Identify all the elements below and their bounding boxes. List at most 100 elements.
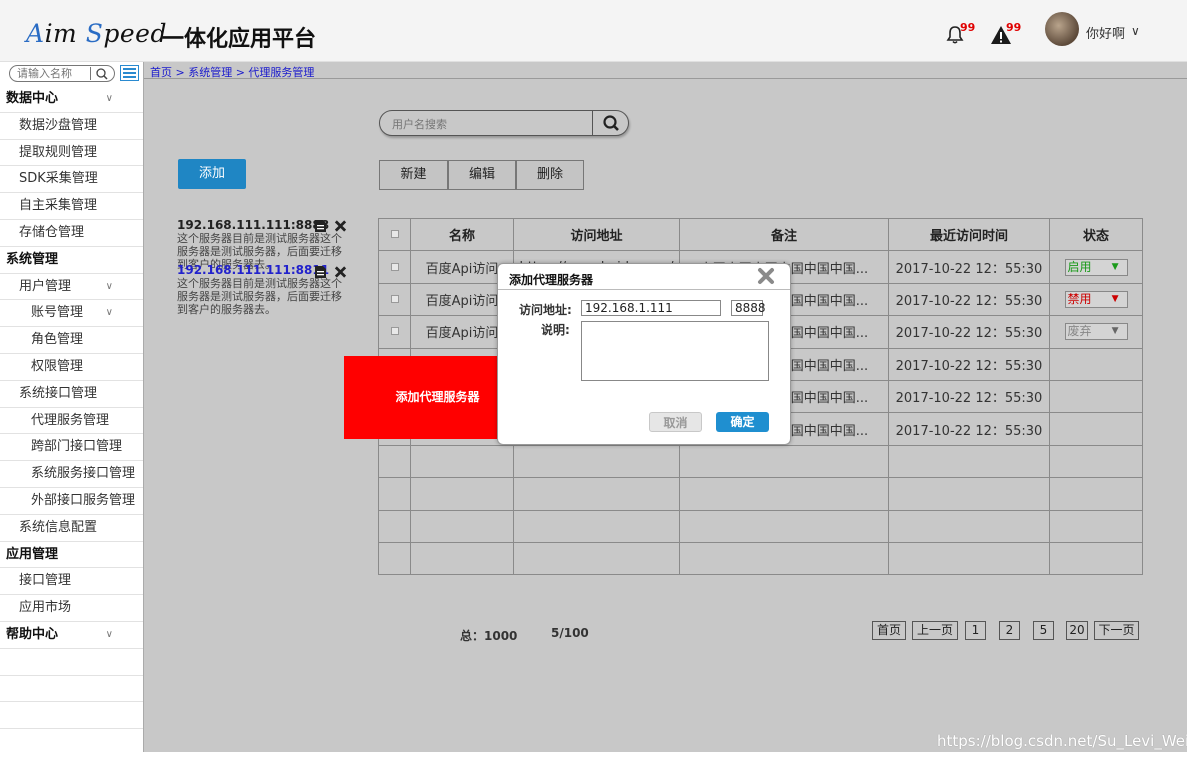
cancel-button[interactable]: 取消: [649, 412, 702, 432]
sidebar-item[interactable]: 系统管理: [0, 247, 143, 274]
sidebar-search-button[interactable]: [90, 67, 112, 80]
address-input[interactable]: 192.168.1.111: [581, 300, 721, 316]
sidebar-item[interactable]: 外部接口服务管理: [0, 488, 143, 515]
time-cell: [888, 444, 1050, 479]
page-number-button[interactable]: 5: [1033, 621, 1054, 640]
sidebar-item[interactable]: 用户管理 ∨: [0, 274, 143, 301]
table-row[interactable]: [378, 477, 1143, 511]
status-cell: 禁用 ▼: [1049, 282, 1143, 317]
sidebar-item-label: 代理服务管理: [31, 412, 110, 428]
status-select[interactable]: 禁用 ▼: [1064, 290, 1128, 308]
user-search-input[interactable]: [392, 117, 582, 131]
sidebar-item[interactable]: 应用管理: [0, 542, 143, 569]
sidebar-item[interactable]: 权限管理: [0, 354, 143, 381]
note-cell: [679, 444, 889, 479]
sidebar-item-label: 角色管理: [31, 332, 84, 348]
close-icon[interactable]: [334, 265, 347, 279]
list-menu-icon[interactable]: [120, 65, 139, 81]
row-checkbox[interactable]: [390, 262, 399, 271]
sidebar-item[interactable]: 接口管理: [0, 568, 143, 596]
col-header-url: 访问地址: [513, 217, 680, 252]
sidebar-item-label: 自主采集管理: [19, 198, 98, 214]
server-desc: 这个服务器目前是测试服务器这个服务器是测试服务器，后面要迁移到客户的服务器去。: [177, 277, 342, 316]
select-all-checkbox[interactable]: [390, 230, 399, 239]
checkbox-cell: [378, 315, 411, 349]
page-number-button[interactable]: 20: [1066, 621, 1088, 640]
url-cell: [513, 444, 680, 479]
sidebar-search: [9, 65, 115, 82]
close-icon[interactable]: [757, 267, 775, 285]
sidebar-item[interactable]: 代理服务管理: [0, 408, 143, 435]
status-select[interactable]: 启用 ▼: [1064, 258, 1128, 276]
user-search-button[interactable]: [592, 111, 628, 135]
watermark: https://blog.csdn.net/Su_Levi_Wei: [937, 732, 1187, 750]
sidebar: 数据中心 ∨ 数据沙盘管理提取规则管理 SDK采集管理自主采集管理存储仓管理系统管理用…: [0, 62, 143, 760]
total-count: 总：1000: [460, 629, 518, 643]
description-textarea[interactable]: [581, 321, 769, 381]
status-cell: [1049, 541, 1143, 576]
url-cell: [513, 541, 680, 576]
sidebar-item[interactable]: SDK采集管理: [0, 166, 143, 194]
row-checkbox[interactable]: [390, 294, 399, 303]
ok-button[interactable]: 确定: [716, 412, 769, 432]
status-value: 废弃: [1067, 324, 1092, 339]
dialog-title: 添加代理服务器: [509, 273, 594, 287]
sidebar-item-label: 系统信息配置: [19, 519, 98, 535]
table-row[interactable]: [378, 444, 1143, 479]
page-next-button[interactable]: 下一页: [1094, 621, 1139, 640]
user-search: [379, 110, 629, 136]
page-prev-button[interactable]: 上一页: [912, 621, 958, 640]
status-value: 禁用: [1067, 291, 1092, 306]
search-icon: [96, 68, 108, 80]
chevron-down-icon[interactable]: ∨: [106, 300, 113, 326]
document-icon[interactable]: [314, 265, 327, 279]
sidebar-item[interactable]: 应用市场: [0, 595, 143, 622]
new-button[interactable]: 新建: [379, 160, 448, 190]
app-header: Aim Speed 一体化应用平台 99 99 你好啊 ∨: [0, 0, 1187, 62]
sidebar-item[interactable]: 系统服务接口管理: [0, 461, 143, 488]
sidebar-item[interactable]: 提取规则管理: [0, 140, 143, 167]
sidebar-item[interactable]: 角色管理: [0, 327, 143, 354]
time-cell: [888, 477, 1050, 511]
main-content: 首页 > 系统管理 > 代理服务管理 添加 新建 编辑 删除 192.168.1…: [143, 62, 1187, 752]
document-icon[interactable]: [314, 219, 327, 233]
username[interactable]: 你好啊: [1086, 23, 1125, 42]
time-cell: 2017-10-22 12：55:30: [888, 250, 1050, 284]
add-button[interactable]: 添加: [178, 159, 246, 189]
chevron-down-icon[interactable]: ∨: [1131, 24, 1140, 38]
description-label: 说明:: [541, 323, 570, 337]
time-cell: 2017-10-22 12：55:30: [888, 412, 1050, 446]
sidebar-item[interactable]: 数据中心 ∨: [0, 86, 143, 113]
chevron-down-icon[interactable]: ∨: [106, 86, 113, 112]
sidebar-item[interactable]: 跨部门接口管理: [0, 434, 143, 462]
sidebar-item[interactable]: 帮助中心 ∨: [0, 622, 143, 649]
page-indicator: 5/100: [551, 626, 589, 640]
sidebar-item-label: 应用市场: [19, 600, 72, 616]
delete-button[interactable]: 删除: [516, 160, 584, 190]
add-proxy-dialog: 添加代理服务器 访问地址: 192.168.1.111 8888 说明: 取消 …: [497, 263, 791, 445]
chevron-down-icon[interactable]: ∨: [106, 274, 113, 300]
chevron-down-icon[interactable]: ∨: [106, 622, 113, 648]
table-row[interactable]: [378, 541, 1143, 576]
page-number-button[interactable]: 2: [999, 621, 1020, 640]
port-input[interactable]: 8888: [731, 300, 766, 316]
row-checkbox[interactable]: [390, 327, 399, 336]
close-icon[interactable]: [334, 219, 347, 233]
sidebar-item[interactable]: 系统接口管理: [0, 381, 143, 408]
sidebar-item[interactable]: 自主采集管理: [0, 193, 143, 220]
table-header-row: 名称 访问地址 备注 最近访问时间 状态: [378, 217, 1143, 252]
sidebar-item[interactable]: 存储仓管理: [0, 220, 143, 247]
sidebar-search-input[interactable]: [17, 67, 89, 80]
select-all-cell[interactable]: [378, 217, 411, 252]
avatar[interactable]: [1045, 12, 1079, 46]
page-number-button[interactable]: 1: [965, 621, 986, 640]
edit-button[interactable]: 编辑: [448, 160, 516, 190]
status-select[interactable]: 废弃 ▼: [1064, 323, 1128, 341]
sidebar-item[interactable]: 账号管理 ∨: [0, 300, 143, 328]
sidebar-item[interactable]: 数据沙盘管理: [0, 113, 143, 140]
sidebar-item[interactable]: 系统信息配置: [0, 515, 143, 542]
table-row[interactable]: [378, 509, 1143, 543]
sidebar-item-label: 提取规则管理: [19, 144, 98, 160]
status-cell: [1049, 509, 1143, 543]
page-first-button[interactable]: 首页: [872, 621, 906, 640]
